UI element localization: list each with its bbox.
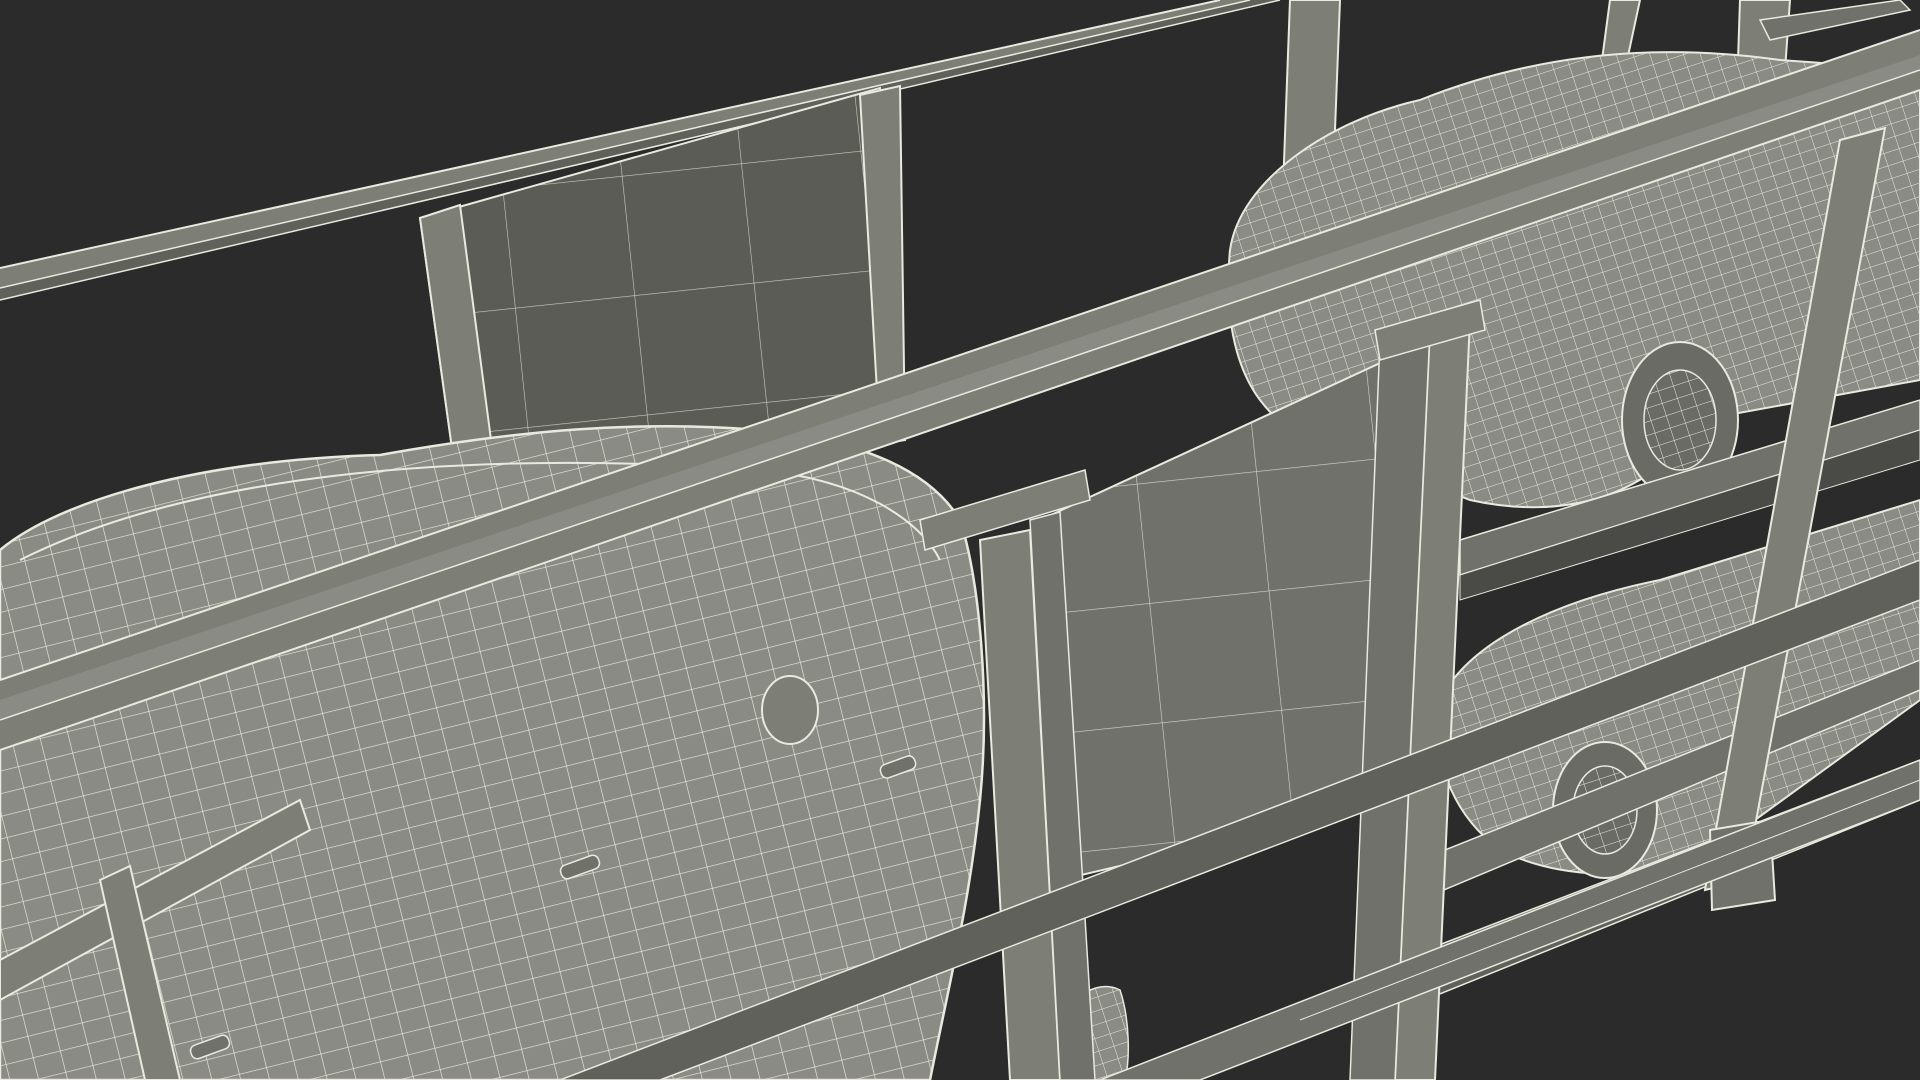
side-mirror-icon <box>761 675 819 745</box>
render-viewport <box>0 0 1920 1080</box>
wireframe-render <box>0 0 1920 1080</box>
